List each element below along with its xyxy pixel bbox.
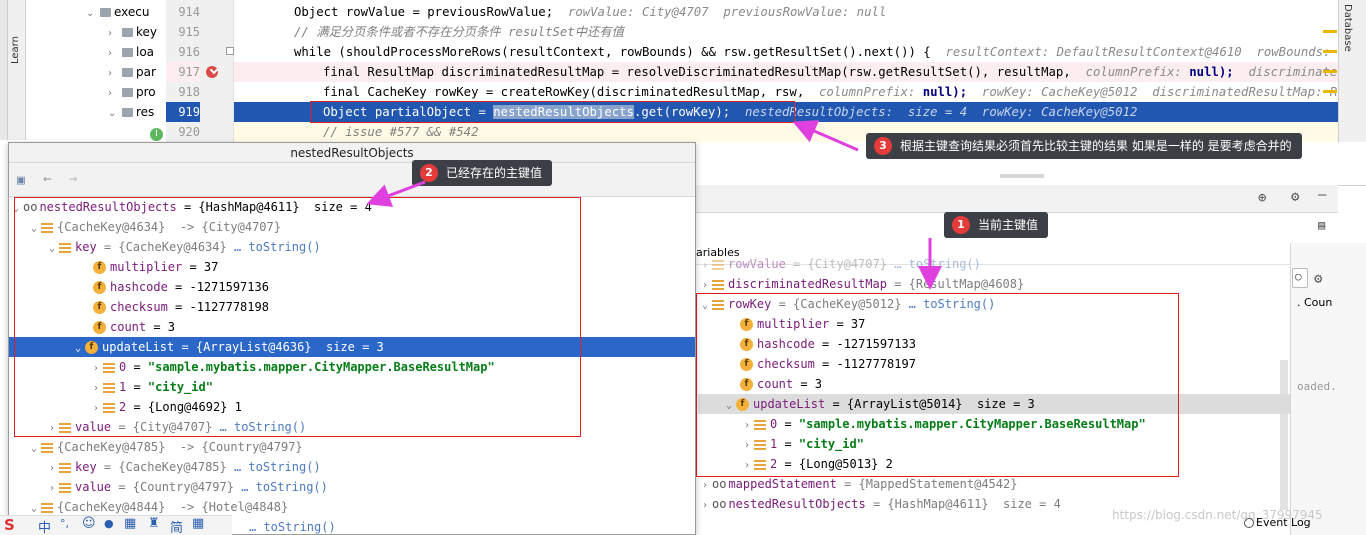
- ime-toolbar: S 中 °, ☺ ● ▦ ♜ 简 ▦: [0, 515, 232, 535]
- keyboard-icon[interactable]: ▦: [124, 516, 136, 531]
- event-log-button[interactable]: Event Log: [1256, 516, 1311, 529]
- mic-icon[interactable]: ●: [104, 517, 114, 530]
- ime-punct[interactable]: °,: [60, 517, 69, 530]
- arrow-2: [366, 180, 426, 207]
- event-log-icon[interactable]: [1244, 518, 1254, 528]
- sogou-logo-icon: S: [4, 516, 15, 534]
- annotation-arrows: [366, 120, 942, 290]
- arrow-3: [792, 120, 859, 152]
- ime-mode[interactable]: 中: [38, 517, 51, 535]
- ime-simplified[interactable]: 简: [170, 517, 183, 535]
- skin-icon[interactable]: ♜: [148, 516, 160, 531]
- ide-window: Learn ⌄ execu › key › loa › par › pro ⌄ res I …: [0, 0, 1366, 535]
- emoji-icon[interactable]: ☺: [82, 516, 96, 531]
- grid-icon[interactable]: ▦: [192, 516, 204, 531]
